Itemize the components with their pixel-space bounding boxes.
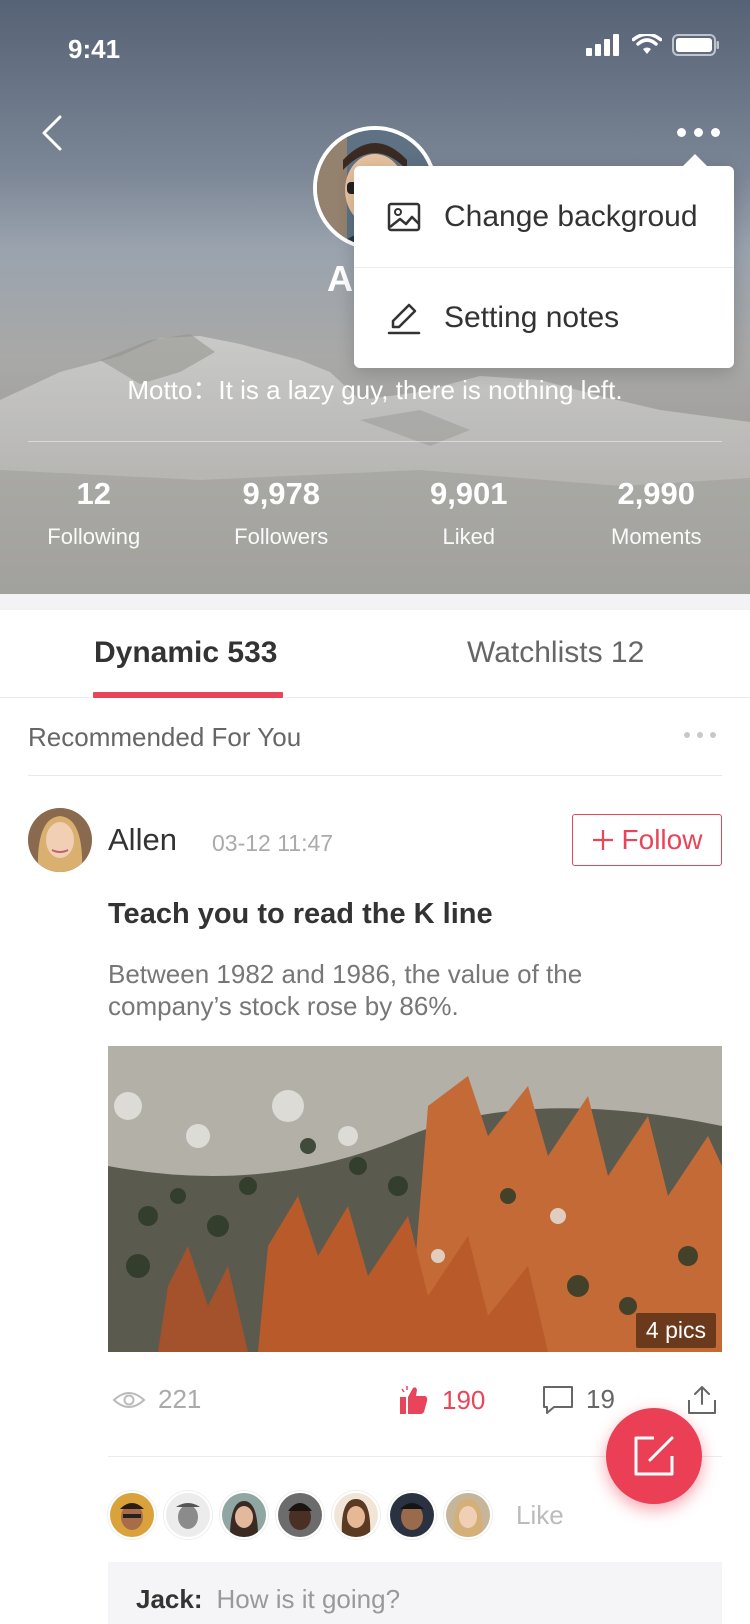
comment-user: Jack: <box>136 1584 203 1614</box>
post-author-name[interactable]: Allen <box>108 822 177 858</box>
profile-motto: Motto：It is a lazy guy, there is nothing… <box>127 375 623 405</box>
views-count: 221 <box>112 1384 201 1415</box>
divider <box>28 441 722 442</box>
canyon-photo <box>108 1046 722 1352</box>
likers-row: Like <box>108 1490 564 1540</box>
comment-button[interactable]: 19 <box>542 1384 615 1415</box>
more-dot <box>710 732 716 738</box>
share-button[interactable] <box>686 1384 718 1416</box>
stat-followers[interactable]: 9,978 Followers <box>188 476 376 550</box>
pencil-icon <box>386 300 422 336</box>
section-title: Recommended For You <box>28 722 302 752</box>
liker-avatar[interactable] <box>388 1491 436 1539</box>
more-dot <box>684 732 690 738</box>
comment-preview[interactable]: Jack: How is it going? <box>108 1562 722 1624</box>
stat-value: 9,901 <box>429 476 508 511</box>
pics-count-badge: 4 pics <box>635 1313 716 1348</box>
like-label: Like <box>516 1499 564 1530</box>
liker-avatar[interactable] <box>164 1491 212 1539</box>
comment-text: How is it going? <box>216 1584 401 1614</box>
more-dot <box>676 127 686 137</box>
stat-moments[interactable]: 2,990 Moments <box>563 476 750 550</box>
stat-value: 9,978 <box>242 476 321 511</box>
post-timestamp: 03-12 11:47 <box>212 830 334 856</box>
views-value: 221 <box>158 1384 202 1414</box>
liker-avatar[interactable] <box>220 1491 268 1539</box>
status-icons <box>586 34 720 56</box>
stat-value: 2,990 <box>617 476 696 511</box>
battery-icon <box>672 34 719 56</box>
stat-following[interactable]: 12 Following <box>0 476 188 550</box>
wifi-icon <box>632 34 662 54</box>
tab-bar: Dynamic 533 Watchlists 12 <box>0 610 750 698</box>
likes-value: 190 <box>442 1384 486 1415</box>
section-header: Recommended For You <box>28 698 722 776</box>
more-dot <box>697 732 703 738</box>
stat-label: Following <box>47 524 141 549</box>
tab-watchlists[interactable]: Watchlists 12 <box>467 636 644 670</box>
section-more-button[interactable] <box>684 732 716 738</box>
comment-item: Jack: How is it going? <box>136 1584 400 1615</box>
comment-icon <box>543 1385 573 1414</box>
profile-stats: 12 Following 9,978 Followers 9,901 Liked… <box>0 476 750 550</box>
liker-avatar[interactable] <box>332 1491 380 1539</box>
signal-icon <box>586 34 619 56</box>
plus-icon <box>592 830 613 850</box>
post-body: Between 1982 and 1986, the value of the … <box>108 959 583 1021</box>
post-image[interactable]: 4 pics <box>108 1046 722 1352</box>
edit-icon <box>634 1436 674 1476</box>
follow-button[interactable]: Follow <box>572 814 722 866</box>
tab-dynamic[interactable]: Dynamic 533 <box>94 636 277 670</box>
menu-item-label: Change backgroud <box>444 199 698 233</box>
share-icon <box>688 1386 716 1414</box>
stat-liked[interactable]: 9,901 Liked <box>375 476 563 550</box>
like-button[interactable]: 190 <box>398 1384 485 1416</box>
liker-avatar[interactable] <box>276 1491 324 1539</box>
menu-item-change-background[interactable]: Change backgroud <box>354 166 734 267</box>
more-dot <box>693 127 703 137</box>
chevron-left-icon <box>42 115 62 151</box>
stat-label: Moments <box>611 524 702 549</box>
menu-item-label: Setting notes <box>444 301 620 334</box>
stat-label: Liked <box>442 524 496 549</box>
avatar-portrait <box>28 808 92 872</box>
image-icon <box>386 199 422 235</box>
more-options-button[interactable] <box>670 112 726 152</box>
eye-icon <box>112 1391 146 1408</box>
stat-value: 12 <box>76 476 111 511</box>
more-dot <box>710 127 720 137</box>
menu-item-setting-notes[interactable]: Setting notes <box>354 267 734 368</box>
status-bar: 9:41 <box>0 0 750 88</box>
separator-band <box>0 594 750 610</box>
liker-avatar[interactable] <box>444 1491 492 1539</box>
post-author-avatar[interactable] <box>28 808 92 872</box>
thumbs-up-icon <box>400 1386 428 1414</box>
stat-label: Followers <box>234 524 329 549</box>
liker-avatar[interactable] <box>108 1491 156 1539</box>
follow-label: Follow <box>621 824 703 855</box>
post-title[interactable]: Teach you to read the K line <box>108 898 493 931</box>
back-button[interactable] <box>30 108 74 158</box>
options-dropdown: Change backgroud Setting notes <box>354 154 734 368</box>
compose-button[interactable] <box>606 1408 702 1504</box>
status-time: 9:41 <box>68 34 121 64</box>
comments-value: 19 <box>586 1384 615 1414</box>
